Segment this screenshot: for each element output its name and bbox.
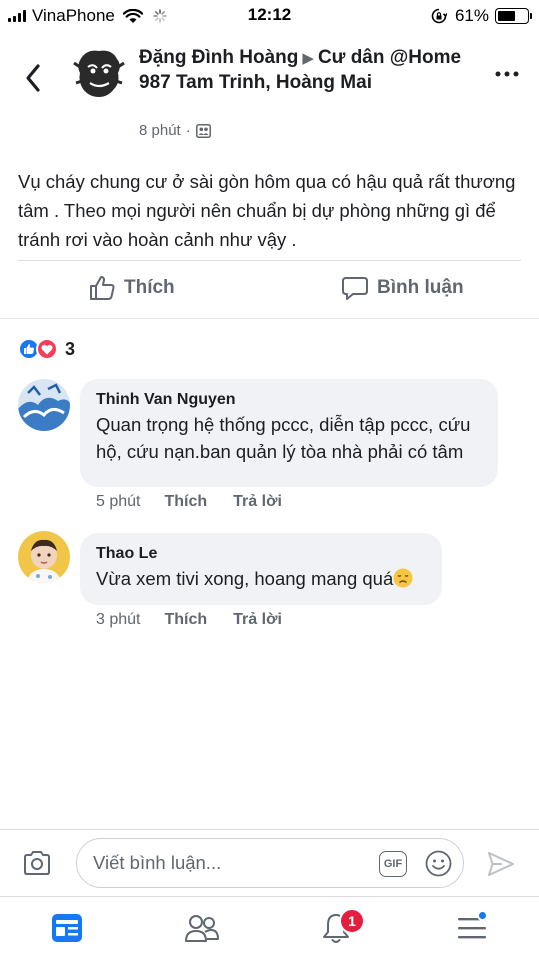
comment-reply-button[interactable]: Trả lời <box>233 611 282 629</box>
comment-composer[interactable]: GIF <box>76 838 464 888</box>
composer-divider <box>0 829 539 830</box>
section-separator <box>0 318 539 326</box>
comment-input[interactable] <box>93 847 373 879</box>
post-time[interactable]: 8 phút <box>139 122 181 139</box>
like-label: Thích <box>124 277 175 298</box>
news-feed-icon <box>52 914 82 942</box>
post-divider <box>18 260 521 261</box>
post-meta: 8 phút · <box>139 122 211 139</box>
commenter-name[interactable]: Thinh Van Nguyen <box>96 389 482 411</box>
comment-text: Quan trọng hệ thống pccc, diễn tập pccc,… <box>96 414 471 462</box>
commenter-avatar[interactable] <box>18 531 70 583</box>
rotation-lock-icon <box>431 8 447 24</box>
comment-button[interactable]: Bình luận <box>341 274 464 302</box>
menu-update-dot <box>477 910 488 921</box>
gif-icon: GIF <box>383 858 403 870</box>
send-icon[interactable] <box>486 850 516 878</box>
disappointed-emoji-icon <box>393 568 413 588</box>
notification-badge: 1 <box>339 908 365 934</box>
author-avatar-image <box>68 43 130 105</box>
camera-icon[interactable] <box>22 849 52 877</box>
post-author-name[interactable]: Đặng Đình Hoàng <box>139 47 298 68</box>
commenter-avatar-image <box>18 531 70 583</box>
back-chevron-icon[interactable] <box>20 60 48 96</box>
tabbar-divider <box>0 896 539 897</box>
more-icon[interactable] <box>493 62 521 86</box>
comment-actions: 3 phút Thích Trả lời <box>96 611 308 629</box>
comment-bubble: Thinh Van Nguyen Quan trọng hệ thống pcc… <box>80 379 498 487</box>
commenter-avatar-image <box>18 379 70 431</box>
reactions-summary[interactable]: 3 <box>18 338 75 360</box>
status-bar-right: 61% <box>431 6 532 26</box>
tab-friends[interactable] <box>182 908 222 948</box>
status-bar: VinaPhone 12:12 61% <box>0 0 539 32</box>
like-icon <box>90 276 115 300</box>
comment-time: 5 phút <box>96 493 141 510</box>
love-reaction-icon <box>36 338 58 360</box>
post-body: Vụ cháy chung cư ở sài gòn hôm qua có hậ… <box>18 171 516 250</box>
like-button[interactable]: Thích <box>88 274 175 302</box>
emoji-icon[interactable] <box>425 850 452 877</box>
group-audience-icon <box>195 123 211 138</box>
comment-like-button[interactable]: Thích <box>164 493 207 511</box>
commenter-name[interactable]: Thao Le <box>96 543 426 565</box>
post-action-bar: Thích Bình luận <box>0 262 539 318</box>
battery-icon <box>495 8 532 24</box>
reaction-count: 3 <box>65 338 76 359</box>
author-avatar[interactable] <box>68 43 130 105</box>
gif-button[interactable]: GIF <box>379 851 407 877</box>
comment-reply-button[interactable]: Trả lời <box>233 493 282 511</box>
post-author-line: Đặng Đình Hoàng ▶ Cư dân @Home 987 Tam Tri… <box>139 46 469 95</box>
battery-percent: 61% <box>454 6 489 25</box>
comment-text-line: Vừa xem tivi xong, hoang mang quá <box>96 565 426 592</box>
battery-level <box>498 11 516 21</box>
comment-like-button[interactable]: Thích <box>164 611 207 629</box>
comment-actions: 5 phút Thích Trả lời <box>96 493 308 511</box>
comment-icon <box>342 277 368 300</box>
comment-label: Bình luận <box>377 277 464 298</box>
comment-bubble: Thao Le Vừa xem tivi xong, hoang mang qu… <box>80 533 442 605</box>
commenter-avatar[interactable] <box>18 379 70 431</box>
arrow-right-icon: ▶ <box>302 50 314 67</box>
comment-text: Vừa xem tivi xong, hoang mang quá <box>96 568 394 589</box>
tab-news-feed[interactable] <box>47 908 87 948</box>
friends-icon <box>185 915 219 942</box>
comment-time: 3 phút <box>96 611 141 628</box>
meta-separator: · <box>185 122 191 139</box>
